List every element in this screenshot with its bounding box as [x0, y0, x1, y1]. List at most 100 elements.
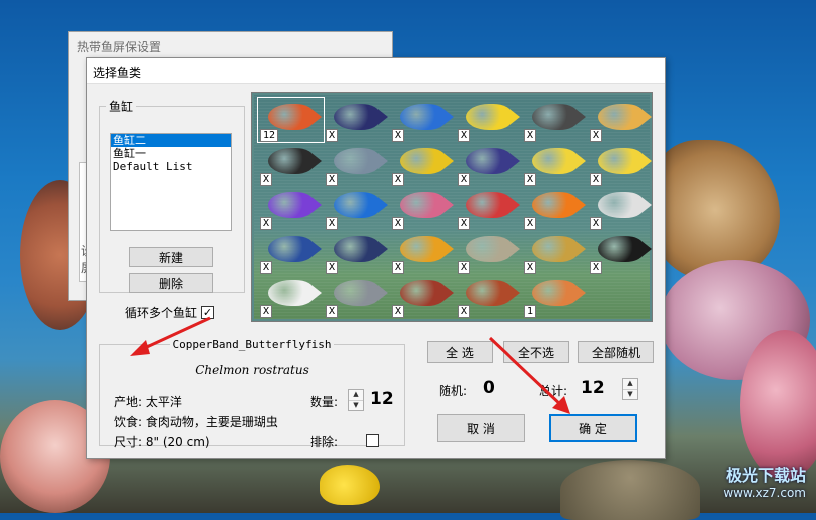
fish-cell[interactable]: X: [324, 98, 390, 142]
quantity-label: 数量:: [310, 395, 339, 409]
fish-cell[interactable]: X: [390, 142, 456, 186]
stepper-down-icon[interactable]: ▼: [623, 388, 637, 400]
fish-cell[interactable]: X: [522, 230, 588, 274]
fish-count: X: [326, 129, 339, 142]
fish-info-group: CopperBand_Butterflyfish Chelmon rostrat…: [99, 338, 405, 449]
fish-icon: [598, 104, 652, 130]
fish-cell[interactable]: X: [324, 142, 390, 186]
tank-item[interactable]: 鱼缸一: [111, 147, 231, 160]
watermark-line-2: www.xz7.com: [723, 486, 806, 500]
fish-icon: [598, 236, 652, 262]
fish-cell[interactable]: 12: [257, 97, 325, 143]
fish-icon: [466, 148, 520, 174]
fish-count: X: [458, 261, 471, 274]
loop-tanks-label: 循环多个鱼缸: [125, 306, 198, 320]
fish-count: X: [590, 173, 603, 186]
loop-tanks-row: 循环多个鱼缸 ✓: [125, 304, 215, 321]
fish-cell[interactable]: X: [258, 274, 324, 318]
coral-decoration: [740, 330, 816, 480]
stepper-up-icon[interactable]: ▲: [349, 390, 363, 400]
fish-cell[interactable]: X: [456, 274, 522, 318]
fish-diet: 饮食: 食肉动物，主要是珊瑚虫: [114, 415, 278, 429]
fish-count: X: [260, 217, 273, 230]
fish-icon: [532, 280, 586, 306]
delete-tank-button[interactable]: 删除: [129, 273, 213, 293]
fish-icon: [334, 280, 388, 306]
fish-icon: [400, 192, 454, 218]
fish-cell[interactable]: X: [588, 142, 652, 186]
total-stepper[interactable]: ▲ ▼: [622, 378, 638, 400]
fish-grid-canvas: 12 X X X X X X X X X X X X X X X X X X X X X X X X X X X 1: [254, 95, 652, 319]
stepper-down-icon[interactable]: ▼: [349, 399, 363, 411]
all-random-button[interactable]: 全部随机: [578, 341, 654, 363]
fish-count: X: [392, 173, 405, 186]
fish-cell[interactable]: X: [456, 230, 522, 274]
fish-count: X: [392, 261, 405, 274]
fish-cell[interactable]: X: [324, 274, 390, 318]
fish-cell[interactable]: X: [390, 186, 456, 230]
fish-count: X: [326, 261, 339, 274]
fish-cell[interactable]: X: [588, 186, 652, 230]
fish-cell[interactable]: X: [324, 230, 390, 274]
loop-tanks-checkbox[interactable]: ✓: [201, 306, 215, 319]
fish-icon: [598, 148, 652, 174]
fish-cell[interactable]: X: [456, 142, 522, 186]
tank-group-label: 鱼缸: [109, 100, 134, 114]
fish-icon: [334, 148, 388, 174]
random-value: 0: [483, 378, 495, 398]
fish-cell[interactable]: X: [258, 230, 324, 274]
fish-grid: 12 X X X X X X X X X X X X X X X X X X X X X X X X X X X 1: [251, 92, 653, 322]
fish-size: 尺寸: 8" (20 cm): [114, 435, 210, 449]
fish-icon: [466, 236, 520, 262]
fish-icon: [268, 192, 322, 218]
fish-cell[interactable]: X: [324, 186, 390, 230]
cancel-button[interactable]: 取 消: [437, 414, 525, 442]
fish-count: X: [524, 129, 537, 142]
watermark-line-1: 极光下载站: [725, 466, 806, 485]
fish-cell[interactable]: X: [522, 142, 588, 186]
exclude-checkbox[interactable]: [366, 434, 379, 447]
fish-cell[interactable]: 1: [522, 274, 588, 318]
quantity-stepper[interactable]: ▲ ▼: [348, 389, 364, 411]
fish-latin-name: Chelmon rostratus: [195, 363, 309, 377]
fish-count: X: [524, 217, 537, 230]
fish-count: X: [590, 129, 603, 142]
stepper-up-icon[interactable]: ▲: [623, 379, 637, 389]
select-all-button[interactable]: 全 选: [427, 341, 493, 363]
fish-icon: [466, 280, 520, 306]
fish-count: X: [326, 217, 339, 230]
total-value: 12: [581, 378, 605, 398]
fish-icon: [466, 104, 520, 130]
fish-count: X: [392, 129, 405, 142]
fish-icon: [532, 192, 586, 218]
fish-cell[interactable]: X: [456, 186, 522, 230]
fish-count: X: [392, 305, 405, 318]
fish-cell[interactable]: X: [258, 186, 324, 230]
fish-icon: [268, 236, 322, 262]
fish-cell[interactable]: X: [588, 98, 652, 142]
quantity-value: 12: [370, 389, 394, 409]
fish-cell[interactable]: X: [390, 274, 456, 318]
tank-item[interactable]: Default List: [111, 160, 231, 173]
select-none-button[interactable]: 全不选: [503, 341, 569, 363]
ok-button[interactable]: 确 定: [549, 414, 637, 442]
yellow-fish-decoration: [320, 465, 380, 505]
new-tank-button[interactable]: 新建: [129, 247, 213, 267]
fish-cell[interactable]: X: [522, 98, 588, 142]
fish-count: X: [392, 217, 405, 230]
tank-item[interactable]: 鱼缸二: [111, 134, 231, 147]
fish-count: 12: [260, 129, 279, 142]
fish-cell[interactable]: X: [456, 98, 522, 142]
dialog-title: 选择鱼类: [87, 58, 665, 84]
fish-cell[interactable]: X: [588, 230, 652, 274]
fish-cell[interactable]: X: [390, 98, 456, 142]
tank-list[interactable]: 鱼缸二 鱼缸一 Default List: [110, 133, 232, 231]
fish-cell[interactable]: X: [522, 186, 588, 230]
fish-count: X: [458, 173, 471, 186]
fish-cell[interactable]: X: [258, 142, 324, 186]
fish-count: X: [458, 217, 471, 230]
fish-origin: 产地: 太平洋: [114, 395, 182, 409]
fish-cell[interactable]: X: [390, 230, 456, 274]
rock-decoration: [560, 460, 700, 520]
fish-count: 1: [524, 305, 537, 318]
